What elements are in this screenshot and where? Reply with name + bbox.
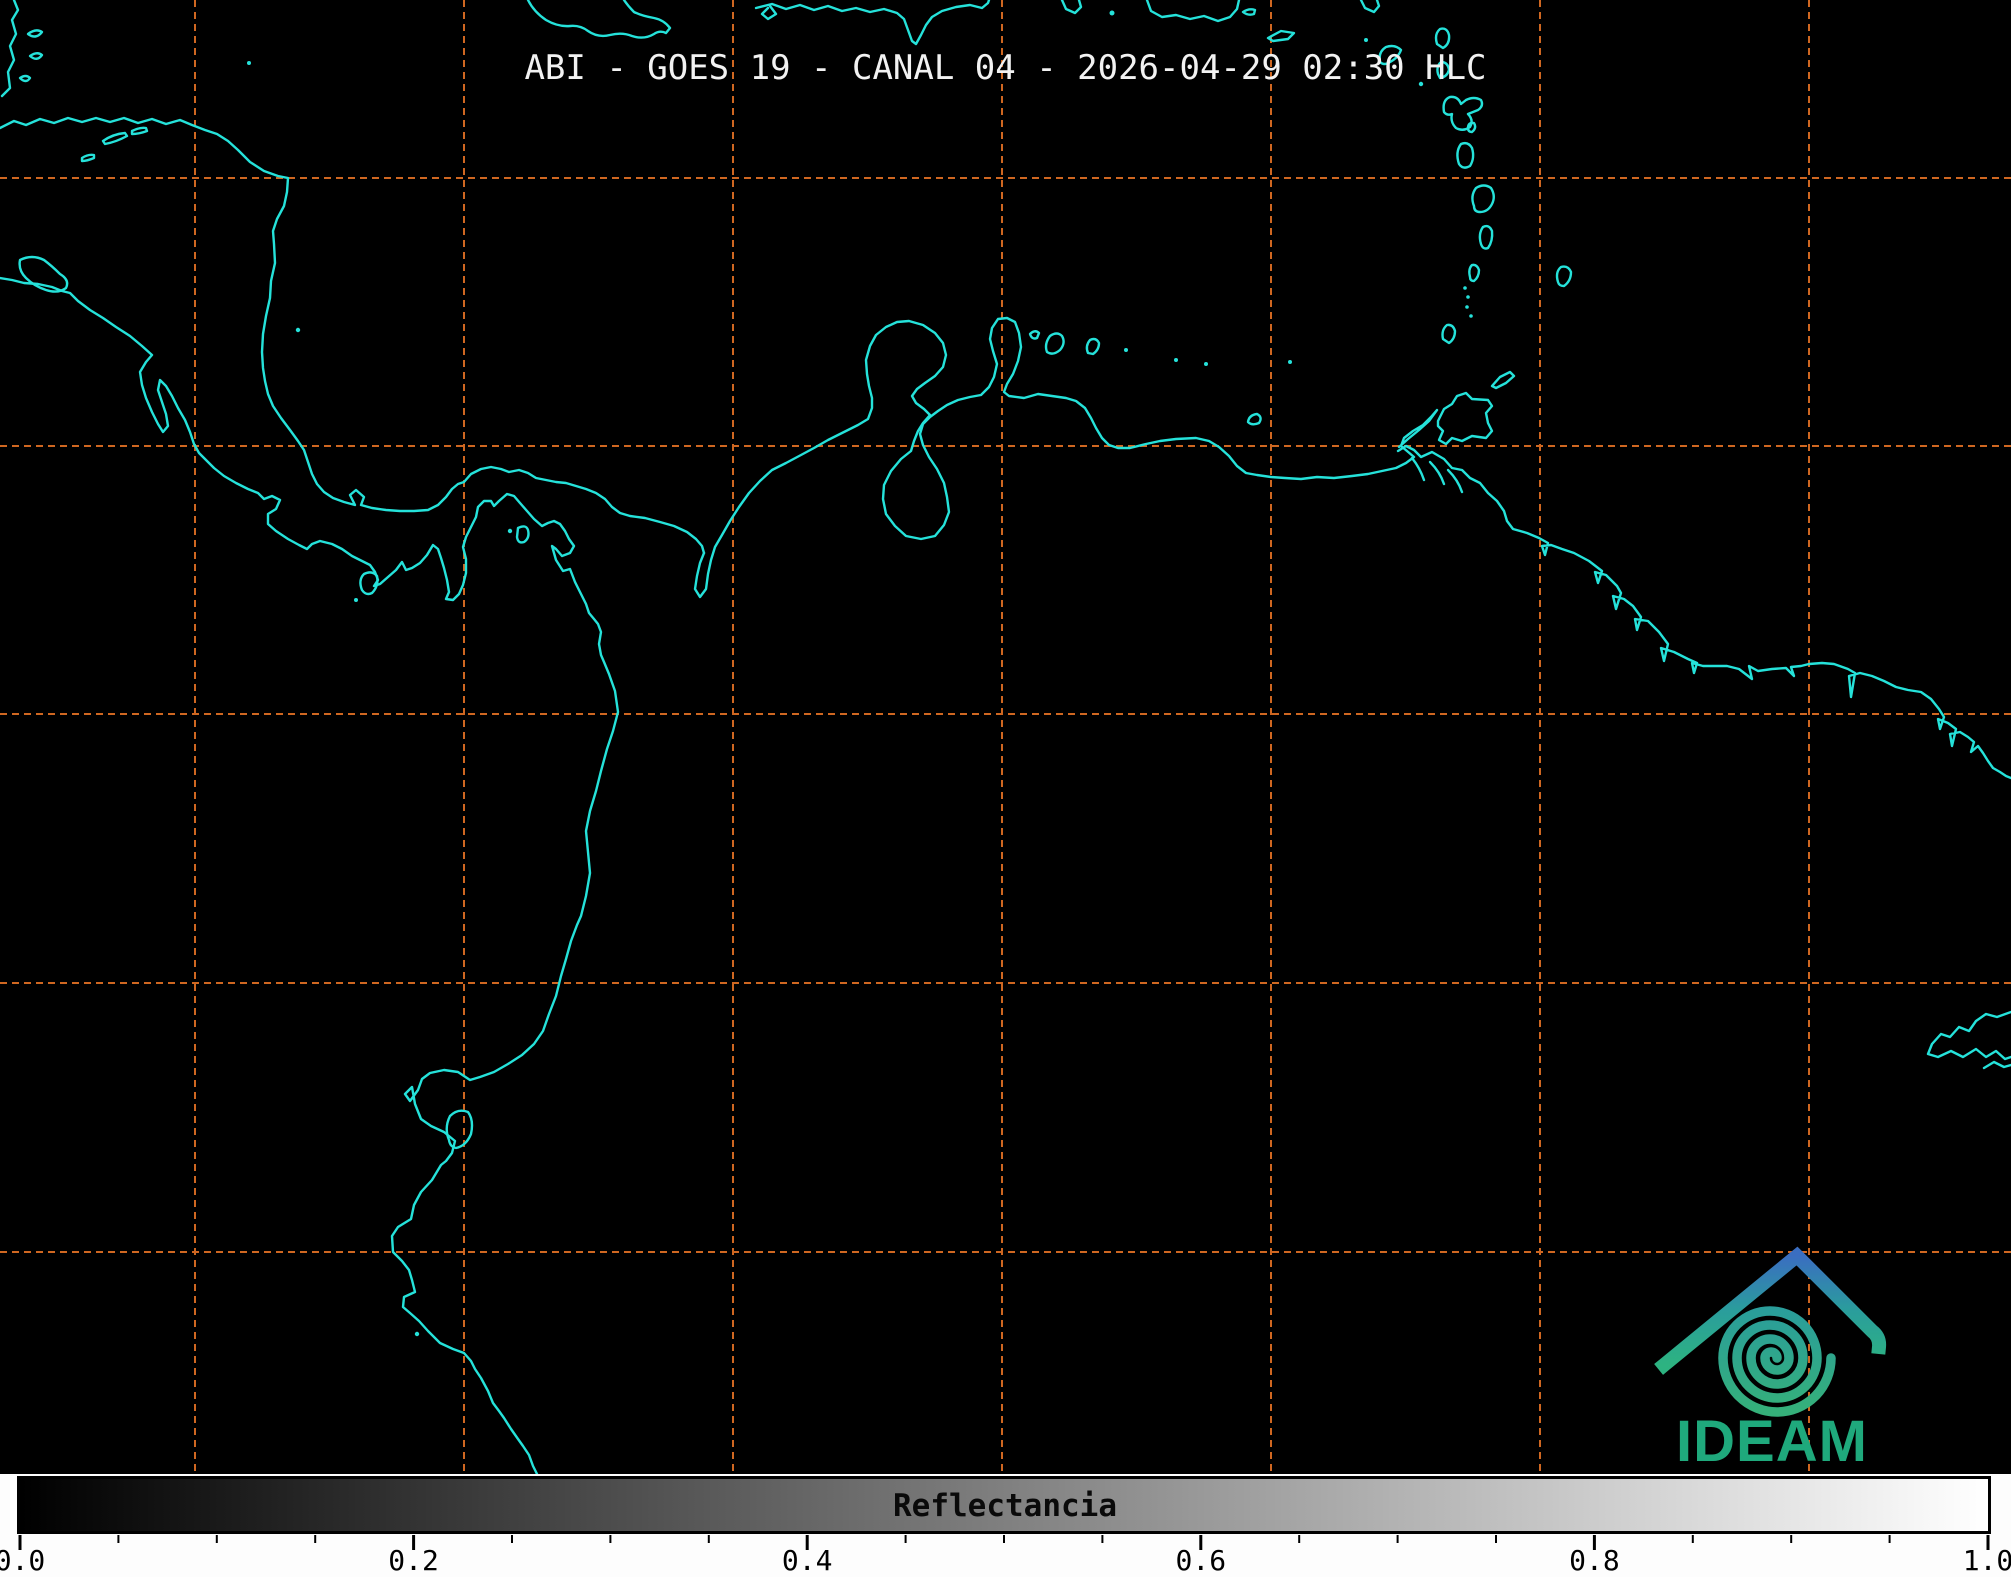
nicaragua-lakes	[18, 255, 69, 293]
orinoco-delta-channels	[1410, 456, 1464, 494]
hurricane-spiral-icon	[1718, 1306, 1836, 1417]
grenadines-dot-4	[1469, 314, 1473, 318]
orinoco-delta-guyana	[1396, 444, 2011, 780]
dominica	[1456, 141, 1475, 169]
grenadines-dot-3	[1465, 305, 1469, 309]
barbados	[1555, 265, 1573, 288]
puna-island	[445, 1109, 474, 1150]
st-croix	[1266, 29, 1296, 43]
map-title: ABI - GOES 19 - CANAL 04 - 2026-04-29 02…	[524, 48, 1487, 88]
logo-text: IDEAM	[1676, 1409, 1868, 1474]
tick-label-0.6: 0.6	[1175, 1544, 1227, 1577]
jamaica	[526, 0, 672, 39]
tick-label-0.0: 0.0	[0, 1544, 46, 1577]
martinique	[1471, 184, 1495, 214]
st-vincent	[1468, 263, 1481, 283]
tick-label-0.8: 0.8	[1569, 1544, 1620, 1577]
pearl-dot	[507, 528, 513, 534]
hispaniola-fragment	[1060, 0, 1083, 15]
bay-islands	[80, 126, 149, 163]
grenadines-dot-2	[1466, 295, 1470, 299]
abc-islands	[1028, 330, 1101, 356]
island-dots	[247, 10, 1473, 1337]
grenadines-dot-1	[1463, 286, 1467, 290]
la-tortuga	[1246, 412, 1262, 426]
pearl-islands	[515, 525, 530, 544]
tobago	[1490, 370, 1516, 390]
pacific-central-south-america	[0, 276, 620, 1474]
corn-islands	[295, 327, 301, 333]
satellite-map: ABI - GOES 19 - CANAL 04 - 2026-04-29 02…	[0, 0, 2011, 1474]
la-orchila-dot	[1204, 362, 1208, 366]
amazon-mouth	[1926, 1010, 2011, 1070]
los-testigos-dot	[1288, 360, 1292, 364]
colorbar-strip: Reflectancia 0.0 0.2 0.4 0.6 0.8 1.0	[0, 1474, 2011, 1577]
los-roques-dot-1	[1124, 348, 1128, 352]
grenada	[1441, 323, 1457, 345]
ideam-logo: IDEAM	[1654, 1246, 1887, 1474]
montuosa-dot	[354, 598, 358, 602]
puerto-rico	[1145, 0, 1257, 23]
tick-label-0.2: 0.2	[388, 1544, 439, 1577]
uraba-colombia-venezuela	[693, 316, 1439, 599]
st-lucia	[1478, 224, 1494, 250]
tick-label-1.0: 1.0	[1962, 1544, 2011, 1577]
mona-dot	[1109, 10, 1115, 16]
goes-satellite-product: { "title": "ABI - GOES 19 - CANAL 04 - 2…	[0, 0, 2011, 1577]
los-roques-dot-2	[1174, 358, 1178, 362]
guadeloupe	[1442, 95, 1484, 134]
lobos-dot	[414, 1331, 420, 1337]
colorbar-ticks	[18, 1535, 1990, 1550]
haiti-tiburon	[754, 0, 991, 46]
saba-dot	[1364, 38, 1368, 42]
honduras-nicaragua-caribbean	[0, 116, 706, 555]
trinidad	[1436, 391, 1494, 446]
tick-label-0.4: 0.4	[781, 1544, 833, 1577]
